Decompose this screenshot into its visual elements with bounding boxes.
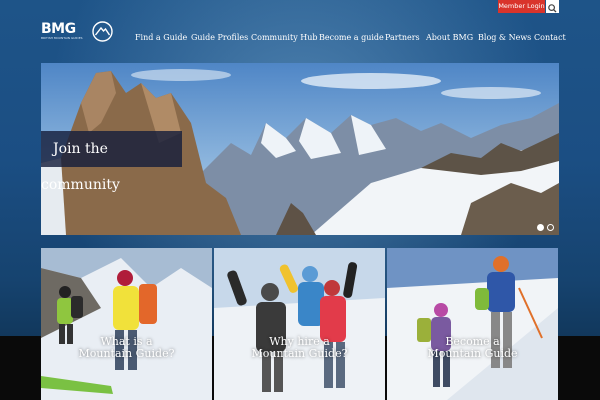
card-label-3: Become a Mountain Guide (387, 336, 558, 360)
card-why-hire-a-guide[interactable]: Why hire a Mountain Guide? (214, 248, 385, 400)
card-label-1-line2: Mountain Guide? (78, 347, 175, 360)
member-login-button[interactable]: Member Login (498, 0, 545, 13)
card-label-3-line2: Mountain Guide (427, 347, 518, 360)
slider-dot-2[interactable] (547, 224, 554, 231)
nav-partners[interactable]: Partners (385, 33, 420, 42)
nav-blog-news[interactable]: Blog & News (478, 33, 531, 42)
nav-find-a-guide[interactable]: Find a Guide (135, 33, 187, 42)
nav-contact[interactable]: Contact (534, 33, 566, 42)
card-label-2: Why hire a Mountain Guide? (214, 336, 385, 360)
nav-about-bmg[interactable]: About BMG (426, 33, 473, 42)
hero-slider[interactable]: Join the community (41, 63, 559, 235)
slider-dot-1[interactable] (537, 224, 544, 231)
card-what-is-a-guide[interactable]: What is a Mountain Guide? (41, 248, 212, 400)
main-nav: Find a Guide Guide Profiles Community Hu… (0, 33, 600, 45)
card-image-1 (41, 248, 212, 400)
search-icon (548, 4, 557, 13)
search-button[interactable] (546, 0, 559, 13)
hero-caption[interactable]: Join the community (41, 131, 182, 193)
nav-community-hub[interactable]: Community Hub (251, 33, 318, 42)
card-image-3 (387, 248, 558, 400)
card-become-a-guide[interactable]: Become a Mountain Guide (387, 248, 558, 400)
card-image-2 (214, 248, 385, 400)
nav-guide-profiles[interactable]: Guide Profiles (191, 33, 248, 42)
card-label-1: What is a Mountain Guide? (41, 336, 212, 360)
card-label-2-line2: Mountain Guide? (251, 347, 348, 360)
nav-become-a-guide[interactable]: Become a guide (319, 33, 384, 42)
